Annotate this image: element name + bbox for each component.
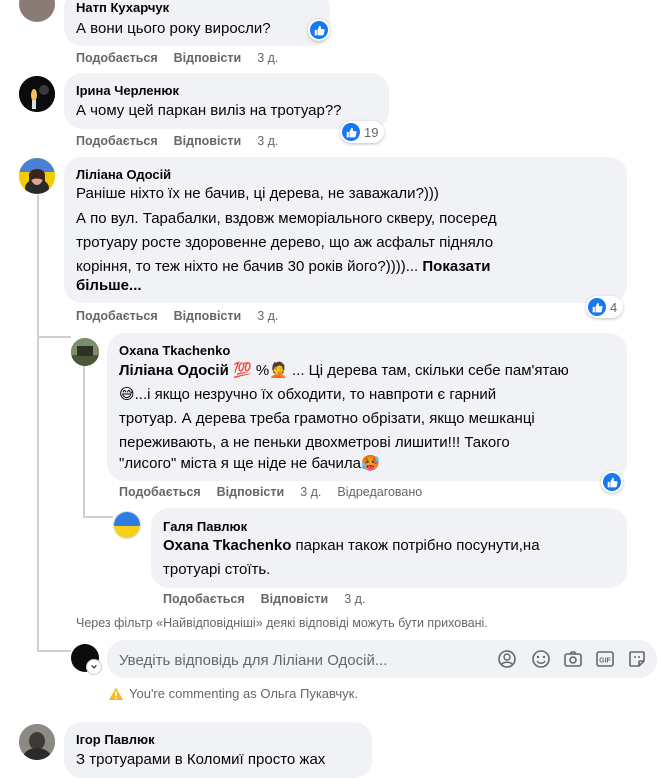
- comment-actions: Подобається Відповісти 3 д.: [76, 51, 294, 65]
- reaction-number: 19: [364, 124, 379, 140]
- comment-text-line: А по вул. Тарабалки, вздовж меморіальног…: [76, 210, 497, 227]
- like-button[interactable]: Подобається: [76, 309, 158, 323]
- reaction-count[interactable]: [601, 471, 623, 493]
- filter-notice: Через фільтр «Найвідповідніші» деякі від…: [76, 616, 488, 630]
- svg-text:GIF: GIF: [599, 658, 611, 665]
- reply-text-fragment: Ці дерева там, скільки себе пам'ятаю: [304, 362, 569, 379]
- like-icon: [310, 21, 328, 39]
- chevron-down-icon[interactable]: [87, 660, 101, 674]
- reaction-count[interactable]: 4: [586, 296, 624, 318]
- thread-branch: [83, 516, 113, 518]
- comment-actions: Подобається Відповісти 3 д.: [76, 134, 294, 148]
- reply-button[interactable]: Відповісти: [174, 309, 242, 323]
- reply-emoji: 💯 %🤦 ...: [232, 362, 305, 379]
- reply-button[interactable]: Відповісти: [217, 485, 285, 499]
- reply-button[interactable]: Відповісти: [174, 134, 242, 148]
- timestamp[interactable]: 3 д.: [257, 309, 278, 323]
- edited-label: Відредаговано: [337, 485, 423, 499]
- sticker-icon[interactable]: [627, 649, 647, 674]
- comment-author[interactable]: Ліліана Одосій: [76, 167, 171, 182]
- comment-author[interactable]: Ірина Черленюк: [76, 83, 179, 98]
- reply-text-line: "лисого" міста я ще ніде не бачила🥵: [119, 455, 380, 472]
- avatar[interactable]: [19, 76, 55, 112]
- see-more-link[interactable]: Показати: [422, 258, 490, 275]
- reply-button[interactable]: Відповісти: [174, 51, 242, 65]
- timestamp[interactable]: 3 д.: [300, 485, 321, 499]
- thread-line: [83, 366, 85, 516]
- warning-icon: [108, 686, 124, 707]
- avatar[interactable]: [71, 338, 99, 366]
- mention-link[interactable]: Ліліана Одосій: [119, 362, 229, 379]
- reply-text-line: Ліліана Одосій 💯 %🤦 ... Ці дерева там, с…: [119, 359, 569, 384]
- comment-text: З тротуарами в Коломиї просто жах: [76, 751, 326, 768]
- reply-input[interactable]: [117, 647, 481, 673]
- like-icon: [603, 473, 621, 491]
- see-more-link[interactable]: більше...: [76, 274, 142, 299]
- like-button[interactable]: Подобається: [119, 485, 201, 499]
- reaction-number: 4: [610, 299, 618, 315]
- thread-line: [37, 195, 39, 651]
- like-icon: [342, 123, 360, 141]
- comment-text-line: Раніше ніхто їх не бачив, ці дерева, не …: [76, 185, 439, 202]
- sticker-avatar-icon[interactable]: [497, 649, 517, 674]
- reply-text-fragment: паркан також потрібно посунути,на: [291, 537, 540, 554]
- reply-actions: Подобається Відповісти 3 д.: [163, 592, 381, 606]
- comment-author[interactable]: Натп Кухарчук: [76, 0, 169, 15]
- timestamp[interactable]: 3 д.: [344, 592, 365, 606]
- reply-author[interactable]: Галя Павлюк: [163, 519, 247, 534]
- reply-text-line: Oxana Tkachenko паркан також потрібно по…: [163, 534, 540, 559]
- like-button[interactable]: Подобається: [76, 51, 158, 65]
- timestamp[interactable]: 3 д.: [257, 51, 278, 65]
- reply-text-line: 😅...і якщо незручно їх обходити, то навп…: [119, 386, 497, 403]
- mention-link[interactable]: Oxana Tkachenko: [163, 537, 291, 554]
- avatar[interactable]: [19, 724, 55, 760]
- reaction-count[interactable]: [308, 19, 330, 41]
- commenting-as-notice: You're commenting as Ольга Пукавчук.: [129, 686, 358, 701]
- camera-icon[interactable]: [563, 649, 583, 674]
- emoji-icon[interactable]: [531, 649, 551, 674]
- avatar[interactable]: [19, 0, 55, 22]
- timestamp[interactable]: 3 д.: [257, 134, 278, 148]
- comment-text: А вони цього року виросли?: [76, 20, 271, 37]
- reply-text-line: тротуар. А дерева треба грамотно обрізат…: [119, 410, 535, 427]
- thread-branch: [37, 336, 71, 338]
- avatar[interactable]: [19, 158, 55, 194]
- reply-button[interactable]: Відповісти: [261, 592, 329, 606]
- comment-text: А чому цей паркан виліз на тротуар??: [76, 102, 342, 119]
- gif-icon[interactable]: GIF: [595, 649, 615, 674]
- like-button[interactable]: Подобається: [76, 134, 158, 148]
- comment-author[interactable]: Ігор Павлюк: [76, 732, 155, 747]
- reply-author[interactable]: Oxana Tkachenko: [119, 343, 230, 358]
- like-icon: [588, 298, 606, 316]
- avatar[interactable]: [113, 511, 141, 539]
- comment-text-fragment: коріння, то теж ніхто не бачив 30 років …: [76, 258, 419, 275]
- avatar[interactable]: [71, 644, 101, 674]
- comment-actions: Подобається Відповісти 3 д.: [76, 309, 294, 323]
- reply-actions: Подобається Відповісти 3 д. Відредаговано: [119, 485, 438, 499]
- thread-branch: [37, 650, 71, 652]
- like-button[interactable]: Подобається: [163, 592, 245, 606]
- reply-text-line: тротуарі стоїть.: [163, 561, 271, 578]
- comment-text-line: тротуару росте здоровенне дерево, що аж …: [76, 234, 494, 251]
- reaction-count[interactable]: 19: [340, 121, 385, 143]
